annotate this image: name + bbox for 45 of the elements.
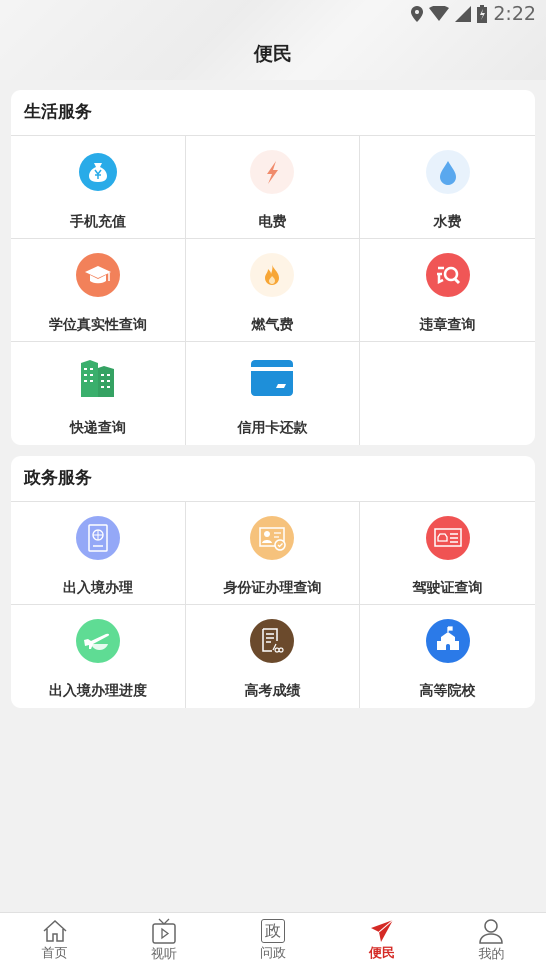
- service-tile[interactable]: 驾驶证查询: [360, 502, 535, 605]
- tab-item[interactable]: 政 问政: [218, 913, 328, 968]
- service-tile[interactable]: 电费: [186, 136, 360, 239]
- driver-license-icon: [424, 515, 471, 561]
- flame-icon: [249, 252, 296, 298]
- money-bag-icon: [78, 152, 118, 192]
- service-tile[interactable]: 高考成绩: [186, 605, 360, 708]
- wifi-icon: [429, 6, 450, 22]
- service-tile[interactable]: 高等院校: [360, 605, 535, 708]
- service-tile[interactable]: 燃气费: [186, 239, 360, 342]
- exam-paper-icon: [249, 618, 296, 664]
- service-tile[interactable]: 水费: [360, 136, 535, 239]
- signal-icon: [455, 6, 472, 22]
- service-tile[interactable]: 违章查询: [360, 239, 535, 342]
- school-building-icon: [424, 618, 471, 664]
- section-title: 生活服务: [11, 90, 535, 136]
- water-drop-icon: [424, 149, 471, 195]
- service-tile[interactable]: 出入境办理进度: [11, 605, 186, 708]
- paper-plane-icon: [370, 919, 394, 943]
- location-icon: [411, 6, 424, 22]
- graduation-cap-icon: [74, 252, 121, 298]
- tv-icon: [152, 918, 176, 944]
- tab-item[interactable]: 首页: [0, 913, 110, 968]
- home-icon: [42, 919, 68, 943]
- airplane-globe-icon: [74, 618, 121, 664]
- violation-search-icon: [424, 252, 471, 298]
- page-title: 便民: [252, 42, 293, 67]
- service-tile[interactable]: 手机充值: [11, 136, 186, 239]
- battery-icon: [477, 5, 488, 23]
- lightning-icon: [249, 149, 296, 195]
- tab-item[interactable]: 我的: [436, 913, 546, 968]
- tab-item[interactable]: 便民: [328, 913, 437, 968]
- glyph-icon: 政: [261, 919, 285, 943]
- section-title: 政务服务: [11, 456, 535, 502]
- id-card-icon: [249, 515, 296, 561]
- service-tile[interactable]: 学位真实性查询: [11, 239, 186, 342]
- person-icon: [479, 918, 504, 944]
- tab-item[interactable]: 视听: [109, 913, 218, 968]
- passport-icon: [74, 515, 121, 561]
- service-tile[interactable]: 快递查询: [11, 342, 186, 445]
- status-time: 2:22: [493, 3, 536, 25]
- credit-card-icon: [251, 360, 294, 396]
- service-tile[interactable]: 身份证办理查询: [186, 502, 360, 605]
- service-tile[interactable]: 出入境办理: [11, 502, 186, 605]
- service-tile[interactable]: 信用卡还款: [186, 342, 360, 445]
